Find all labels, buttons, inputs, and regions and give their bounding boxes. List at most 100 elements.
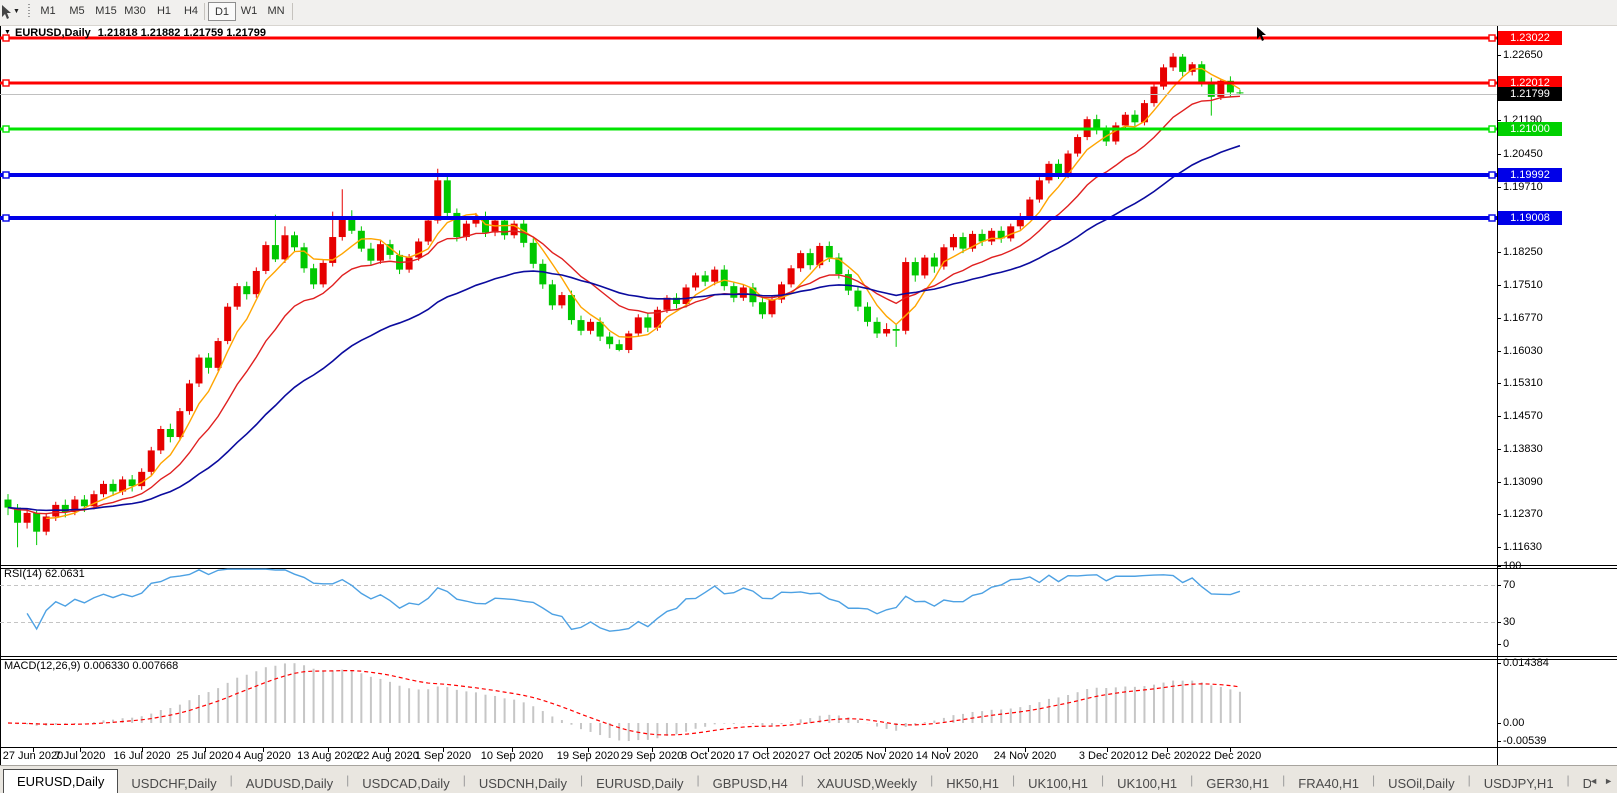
timeframe-button-h1[interactable]: H1 — [150, 2, 178, 21]
line-handle[interactable] — [1488, 79, 1496, 87]
price-badge: 1.21799 — [1498, 87, 1562, 101]
line-handle[interactable] — [1488, 214, 1496, 222]
rsi-axis-tick: 70 — [1503, 579, 1516, 591]
line-handle[interactable] — [2, 171, 10, 179]
date-axis-label: 17 Oct 2020 — [737, 750, 797, 762]
timeframe-toolbar: ▼ M1 M5 M15 M30 H1 H4 D1 W1 MN — [0, 0, 1617, 26]
price-axis-tick: 1.16030 — [1503, 345, 1543, 357]
timeframe-button-d1[interactable]: D1 — [208, 2, 236, 21]
date-axis-label: 22 Aug 2020 — [357, 750, 419, 762]
price-axis-tick: 1.17510 — [1503, 279, 1543, 291]
line-handle[interactable] — [1488, 171, 1496, 179]
chart-tab-usoil-daily[interactable]: USOil,Daily — [1375, 773, 1467, 793]
chart-tab-usdchf-daily[interactable]: USDCHF,Daily — [118, 773, 229, 793]
date-axis-label: 4 Aug 2020 — [235, 750, 291, 762]
rsi-label: RSI(14) 62.0631 — [4, 568, 85, 580]
line-handle[interactable] — [2, 79, 10, 87]
price-badge: 1.19008 — [1498, 211, 1562, 225]
macd-axis-tick: 0.014384 — [1503, 657, 1549, 669]
price-axis-tick: 1.13830 — [1503, 443, 1543, 455]
rsi-line — [26, 568, 1241, 632]
date-axis-label: 25 Jul 2020 — [176, 750, 234, 762]
ma-fast-line — [46, 67, 1241, 519]
rsi-axis-tick: 100 — [1503, 560, 1522, 572]
chart-symbol: EURUSD,Daily — [15, 27, 91, 39]
price-axis-tick: 1.15310 — [1503, 377, 1543, 389]
chart-tab-usdcnh-daily[interactable]: USDCNH,Daily — [466, 773, 580, 793]
price-axis-tick: 1.14570 — [1503, 410, 1543, 422]
macd-axis-tick: -0.00539 — [1503, 735, 1547, 747]
date-axis-label: 3 Dec 2020 — [1078, 750, 1136, 762]
timeframe-button-m15[interactable]: M15 — [92, 2, 120, 21]
price-badge: 1.19992 — [1498, 168, 1562, 182]
line-handle[interactable] — [2, 125, 10, 133]
line-handle[interactable] — [1488, 125, 1496, 133]
pointer-tool-icon[interactable] — [1, 4, 13, 20]
price-badge: 1.23022 — [1498, 31, 1562, 45]
timeframe-button-m30[interactable]: M30 — [121, 2, 149, 21]
date-axis-label: 14 Nov 2020 — [915, 750, 979, 762]
chart-tab-usdjpy-h1[interactable]: USDJPY,H1 — [1471, 773, 1567, 793]
price-axis-tick: 1.13090 — [1503, 476, 1543, 488]
chart-tab-uk100-h1[interactable]: UK100,H1 — [1104, 773, 1190, 793]
date-axis-label: 5 Nov 2020 — [856, 750, 914, 762]
date-axis-label: 24 Nov 2020 — [993, 750, 1057, 762]
price-badge: 1.21000 — [1498, 122, 1562, 136]
timeframe-button-w1[interactable]: W1 — [235, 2, 263, 21]
pointer-tool-dropdown-icon[interactable]: ▼ — [13, 8, 20, 15]
date-axis-label: 12 Dec 2020 — [1135, 750, 1199, 762]
toolbar-separator — [292, 3, 293, 20]
line-handle[interactable] — [2, 214, 10, 222]
price-axis-tick: 1.11630 — [1503, 541, 1542, 553]
macd-axis-tick: 0.00 — [1503, 717, 1525, 729]
price-axis-tick: 1.12370 — [1503, 508, 1543, 520]
mt4-window: ▼ M1 M5 M15 M30 H1 H4 D1 W1 MN ▼ EURUSD,Daily 1.2… — [0, 0, 1617, 793]
price-axis-tick: 1.22650 — [1503, 49, 1543, 61]
chart-tab-xauusd-weekly[interactable]: XAUUSD,Weekly — [804, 773, 930, 793]
macd-signal-line — [7, 670, 1241, 736]
price-axis-tick: 1.16770 — [1503, 312, 1543, 324]
timeframe-button-m5[interactable]: M5 — [63, 2, 91, 21]
price-axis-tick: 1.19710 — [1503, 181, 1543, 193]
chart-tab-eurusd-daily[interactable]: EURUSD,Daily — [583, 773, 696, 793]
timeframe-button-m1[interactable]: M1 — [34, 2, 62, 21]
chart-tab-fra40-h1[interactable]: FRA40,H1 — [1285, 773, 1372, 793]
date-axis-label: 19 Sep 2020 — [556, 750, 620, 762]
macd-label: MACD(12,26,9) 0.006330 0.007668 — [4, 660, 179, 672]
date-axis-label: 7 Jul 2020 — [54, 750, 106, 762]
price-axis-tick: 1.20450 — [1503, 148, 1543, 160]
ma-mid-line — [7, 95, 1240, 515]
chart-tab-bar: EURUSD,Daily USDCHF,Daily | AUDUSD,Daily | US… — [0, 765, 1617, 793]
chart-quote-ohlc: 1.21818 1.21882 1.21759 1.21799 — [97, 27, 267, 39]
toolbar-separator — [204, 3, 205, 20]
line-handle[interactable] — [1488, 34, 1496, 42]
date-axis-label: 1 Sep 2020 — [414, 750, 472, 762]
date-axis-label: 8 Oct 2020 — [681, 750, 735, 762]
chart-title-caret-icon[interactable]: ▼ — [4, 29, 11, 36]
ma-slow-line — [7, 144, 1241, 512]
date-axis-label: 22 Dec 2020 — [1198, 750, 1262, 762]
date-axis-label: 29 Sep 2020 — [620, 750, 684, 762]
tab-scroll-right-icon[interactable]: ► — [1601, 776, 1616, 786]
chart-tab-hk50-h1[interactable]: HK50,H1 — [933, 773, 1012, 793]
chart-tab-audusd-daily[interactable]: AUDUSD,Daily — [233, 773, 346, 793]
chart-tab-gbpusd-h4[interactable]: GBPUSD,H4 — [700, 773, 801, 793]
chart-tab-uk100-h1[interactable]: UK100,H1 — [1015, 773, 1101, 793]
rsi-axis-tick: 0 — [1503, 638, 1510, 650]
price-axis-tick: 1.18250 — [1503, 246, 1543, 258]
chart-tab-ger30-h1[interactable]: GER30,H1 — [1193, 773, 1282, 793]
chart-tab-usdcad-daily[interactable]: USDCAD,Daily — [349, 773, 462, 793]
chart-tab-eurusd-daily[interactable]: EURUSD,Daily — [3, 769, 119, 793]
date-axis-label: 13 Aug 2020 — [297, 750, 359, 762]
timeframe-button-mn[interactable]: MN — [262, 2, 290, 21]
tab-scroll-left-icon[interactable]: ◄ — [1586, 776, 1601, 786]
chart-canvas[interactable] — [0, 0, 1617, 793]
date-axis-label: 27 Oct 2020 — [798, 750, 858, 762]
chart-title: EURUSD,Daily 1.21818 1.21882 1.21759 1.21… — [15, 27, 266, 39]
candlesticks — [4, 53, 1244, 548]
rsi-axis-tick: 30 — [1503, 616, 1516, 628]
date-axis-label: 16 Jul 2020 — [113, 750, 171, 762]
toolbar-grip[interactable] — [28, 4, 31, 19]
timeframe-button-h4[interactable]: H4 — [177, 2, 205, 21]
date-axis-label: 10 Sep 2020 — [480, 750, 544, 762]
